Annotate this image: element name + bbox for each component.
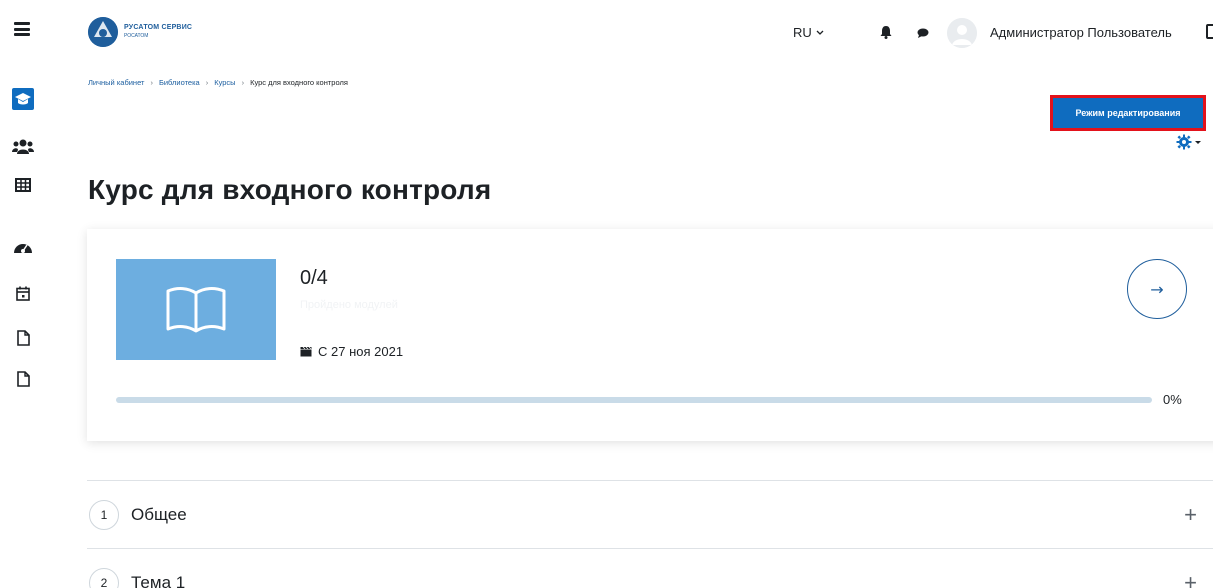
course-start-date: С 27 ноя 2021 xyxy=(300,344,403,359)
avatar[interactable] xyxy=(947,18,977,48)
progress-bar xyxy=(116,397,1152,403)
bell-icon[interactable] xyxy=(880,24,894,39)
language-label: RU xyxy=(793,25,812,40)
arrow-right-icon: → xyxy=(1150,279,1164,299)
users-icon[interactable] xyxy=(12,136,34,158)
open-book-icon xyxy=(166,286,226,332)
gear-icon xyxy=(1176,134,1192,150)
breadcrumb-separator: › xyxy=(205,78,209,87)
breadcrumb-separator: › xyxy=(150,78,153,87)
user-name[interactable]: Администратор Пользователь xyxy=(990,25,1172,40)
breadcrumb: Личный кабинет › Библиотека › Курсы › Ку… xyxy=(88,78,348,87)
section-number: 1 xyxy=(89,499,119,530)
site-logo[interactable]: РУСАТОМ СЕРВИС РОСАТОМ xyxy=(88,17,192,47)
breadcrumb-separator: › xyxy=(241,78,245,87)
language-selector[interactable]: RU xyxy=(793,25,824,40)
section-number: 2 xyxy=(89,567,119,588)
course-section[interactable]: 2 Тема 1 + xyxy=(87,548,1213,588)
progress-percent: 0% xyxy=(1163,392,1182,407)
breadcrumb-current: Курс для входного контроля xyxy=(250,78,348,87)
rosatom-logo-icon xyxy=(88,17,118,47)
breadcrumb-item[interactable]: Курсы xyxy=(214,78,235,87)
graduation-cap-icon[interactable] xyxy=(12,88,34,110)
section-title[interactable]: Тема 1 xyxy=(131,573,185,588)
start-date-text: С 27 ноя 2021 xyxy=(318,344,404,359)
calendar-icon[interactable] xyxy=(12,282,34,304)
file-icon[interactable] xyxy=(12,368,34,390)
open-course-button[interactable]: → xyxy=(1127,259,1187,319)
chat-bubble-icon[interactable] xyxy=(917,24,931,38)
file-icon[interactable] xyxy=(12,327,34,349)
course-card: 0/4 Пройдено модулей С 27 ноя 2021 → 0% xyxy=(87,229,1213,441)
logo-subtitle: РОСАТОМ xyxy=(124,33,149,39)
hamburger-menu-icon[interactable] xyxy=(14,22,30,36)
section-title[interactable]: Общее xyxy=(131,505,187,525)
caret-down-icon xyxy=(1195,141,1201,144)
expand-plus-icon[interactable]: + xyxy=(1184,570,1197,588)
logo-title: РУСАТОМ СЕРВИС xyxy=(124,24,193,31)
top-navbar: РУСАТОМ СЕРВИС РОСАТОМ RU Администратор … xyxy=(52,0,1213,66)
expand-plus-icon[interactable]: + xyxy=(1184,502,1197,528)
course-section[interactable]: 1 Общее + xyxy=(87,480,1213,548)
edit-mode-label: Режим редактирования xyxy=(1075,108,1181,118)
chevron-down-icon xyxy=(816,30,824,35)
course-image xyxy=(116,259,276,360)
left-sidebar xyxy=(0,0,52,588)
table-icon[interactable] xyxy=(12,174,34,196)
clapperboard-icon xyxy=(300,346,312,357)
modules-progress-caption: Пройдено модулей xyxy=(300,299,398,311)
dashboard-icon[interactable] xyxy=(12,236,34,258)
page-title: Курс для входного контроля xyxy=(88,174,492,205)
logout-icon[interactable] xyxy=(1206,24,1213,39)
course-settings-menu[interactable] xyxy=(1176,134,1202,150)
modules-progress-count: 0/4 xyxy=(300,267,328,289)
breadcrumb-item[interactable]: Личный кабинет xyxy=(88,78,144,87)
edit-mode-button[interactable]: Режим редактирования xyxy=(1050,95,1206,131)
breadcrumb-item[interactable]: Библиотека xyxy=(159,78,200,87)
